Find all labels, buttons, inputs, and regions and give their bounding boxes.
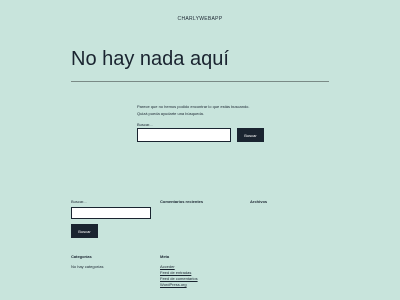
footer-search-input[interactable] — [71, 207, 151, 219]
list-item: WordPress.org — [160, 282, 198, 288]
meta-link-wordpress[interactable]: WordPress.org — [160, 282, 187, 287]
meta-link-comments-feed[interactable]: Feed de comentarios — [160, 276, 198, 281]
meta-links: Acceder Feed de entradas Feed de comenta… — [160, 264, 198, 288]
recent-comments-heading: Comentarios recientes — [160, 199, 204, 204]
categories-empty-text: No hay categorías — [71, 264, 104, 269]
title-divider — [71, 81, 329, 82]
archives-heading: Archivos — [250, 199, 268, 204]
page-title: No hay nada aquí — [71, 48, 229, 70]
site-title[interactable]: CHARLYWEBAPP — [0, 16, 400, 22]
main-search-button[interactable]: Buscar — [237, 128, 264, 142]
main-search-input[interactable] — [137, 128, 231, 142]
footer-search-button[interactable]: Buscar — [71, 224, 98, 238]
footer-search-label: Buscar... — [71, 199, 87, 204]
meta-link-login[interactable]: Acceder — [160, 264, 175, 269]
main-search-label: Buscar... — [137, 122, 153, 127]
meta-link-entries-feed[interactable]: Feed de entradas — [160, 270, 191, 275]
categories-heading: Categorías — [71, 254, 92, 259]
message-line-2: Quizá pueda ayudarte una búsqueda. — [137, 111, 204, 116]
not-found-message: Parece que no hemos podido encontrar lo … — [137, 103, 337, 117]
meta-heading: Meta — [160, 254, 170, 259]
message-line-1: Parece que no hemos podido encontrar lo … — [137, 104, 250, 109]
